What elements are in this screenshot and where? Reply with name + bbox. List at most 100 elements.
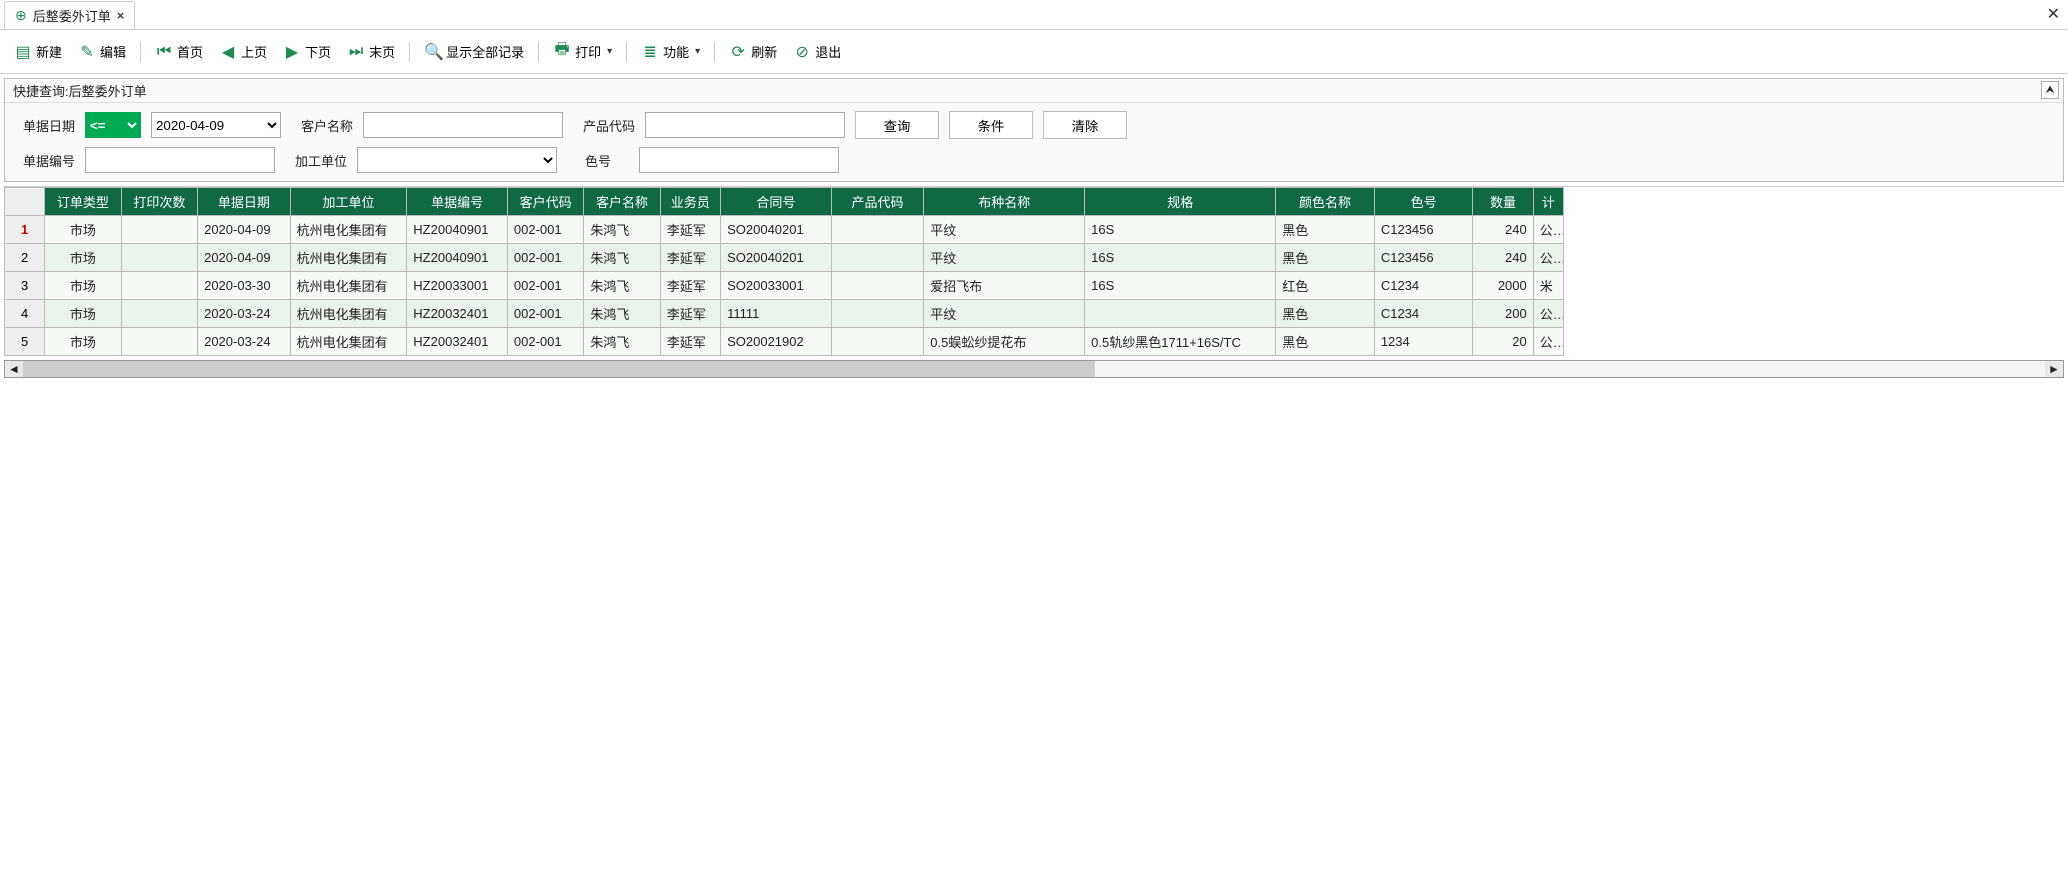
- cell[interactable]: C123456: [1374, 244, 1473, 272]
- cell[interactable]: 红色: [1276, 272, 1375, 300]
- cell[interactable]: SO20040201: [721, 216, 832, 244]
- cell[interactable]: 杭州电化集团有: [290, 244, 407, 272]
- tab-active[interactable]: ⊕ 后整委外订单 ×: [4, 1, 135, 29]
- prev-page-button[interactable]: ◀ 上页: [213, 40, 273, 64]
- table-row[interactable]: 3市场2020-03-30杭州电化集团有HZ20033001002-001朱鸿飞…: [5, 272, 1564, 300]
- cell[interactable]: 16S: [1085, 244, 1276, 272]
- cell[interactable]: 朱鸿飞: [584, 216, 660, 244]
- cell[interactable]: 平纹: [924, 300, 1085, 328]
- cell[interactable]: 黑色: [1276, 300, 1375, 328]
- query-button[interactable]: 查询: [855, 111, 939, 139]
- customer-name-input[interactable]: [363, 112, 563, 138]
- cell[interactable]: 0.5蜈蚣纱提花布: [924, 328, 1085, 356]
- cell[interactable]: 002-001: [507, 328, 583, 356]
- next-page-button[interactable]: ▶ 下页: [277, 40, 337, 64]
- column-header[interactable]: 规格: [1085, 188, 1276, 216]
- cell[interactable]: C123456: [1374, 216, 1473, 244]
- product-code-input[interactable]: [645, 112, 845, 138]
- data-grid[interactable]: 订单类型打印次数单据日期加工单位单据编号客户代码客户名称业务员合同号产品代码布种…: [4, 187, 1564, 356]
- scroll-thumb[interactable]: [23, 361, 1095, 377]
- cell[interactable]: 李延军: [660, 300, 720, 328]
- cell[interactable]: 黑色: [1276, 244, 1375, 272]
- cell[interactable]: 200: [1473, 300, 1533, 328]
- cell[interactable]: 002-001: [507, 244, 583, 272]
- cell[interactable]: 李延军: [660, 328, 720, 356]
- edit-button[interactable]: ✎ 编辑: [72, 40, 132, 64]
- cell[interactable]: 002-001: [507, 216, 583, 244]
- exit-button[interactable]: ⊘ 退出: [787, 40, 847, 64]
- column-header[interactable]: 订单类型: [45, 188, 121, 216]
- column-header[interactable]: 打印次数: [121, 188, 197, 216]
- column-header[interactable]: 颜色名称: [1276, 188, 1375, 216]
- table-row[interactable]: 2市场2020-04-09杭州电化集团有HZ20040901002-001朱鸿飞…: [5, 244, 1564, 272]
- new-button[interactable]: ▤ 新建: [8, 40, 68, 64]
- cell[interactable]: 朱鸿飞: [584, 272, 660, 300]
- first-page-button[interactable]: ⏮ 首页: [149, 40, 209, 63]
- cell[interactable]: 240: [1473, 244, 1533, 272]
- cell[interactable]: 2020-04-09: [198, 244, 291, 272]
- cell[interactable]: 朱鸿飞: [584, 300, 660, 328]
- row-number[interactable]: 5: [5, 328, 45, 356]
- cell[interactable]: 市场: [45, 244, 121, 272]
- cell[interactable]: HZ20040901: [407, 244, 508, 272]
- cell[interactable]: HZ20040901: [407, 216, 508, 244]
- cell[interactable]: 公斤: [1533, 300, 1563, 328]
- operator-select[interactable]: <=: [85, 112, 141, 138]
- cell[interactable]: 20: [1473, 328, 1533, 356]
- column-header[interactable]: 客户代码: [507, 188, 583, 216]
- column-header[interactable]: 产品代码: [831, 188, 924, 216]
- cell[interactable]: [831, 272, 924, 300]
- cell[interactable]: C1234: [1374, 272, 1473, 300]
- cell[interactable]: [831, 328, 924, 356]
- column-header[interactable]: 加工单位: [290, 188, 407, 216]
- process-unit-select[interactable]: [357, 147, 557, 173]
- cell[interactable]: 米: [1533, 272, 1563, 300]
- column-header[interactable]: 业务员: [660, 188, 720, 216]
- print-button[interactable]: 🖶 打印 ▾: [547, 36, 618, 67]
- cell[interactable]: 黑色: [1276, 328, 1375, 356]
- row-number[interactable]: 2: [5, 244, 45, 272]
- tabbar-close-icon[interactable]: ✕: [2047, 4, 2060, 24]
- scroll-track[interactable]: [23, 361, 2045, 377]
- cell[interactable]: 0.5轨纱黑色1711+16S/TC: [1085, 328, 1276, 356]
- cell[interactable]: 杭州电化集团有: [290, 216, 407, 244]
- cell[interactable]: 16S: [1085, 216, 1276, 244]
- cell[interactable]: 002-001: [507, 272, 583, 300]
- cell[interactable]: 16S: [1085, 272, 1276, 300]
- column-header[interactable]: 单据日期: [198, 188, 291, 216]
- table-row[interactable]: 5市场2020-03-24杭州电化集团有HZ20032401002-001朱鸿飞…: [5, 328, 1564, 356]
- column-header[interactable]: 数量: [1473, 188, 1533, 216]
- table-row[interactable]: 4市场2020-03-24杭州电化集团有HZ20032401002-001朱鸿飞…: [5, 300, 1564, 328]
- column-header[interactable]: 合同号: [721, 188, 832, 216]
- cell[interactable]: 市场: [45, 272, 121, 300]
- horizontal-scrollbar[interactable]: ◄ ►: [4, 360, 2064, 378]
- cell[interactable]: SO20040201: [721, 244, 832, 272]
- cell[interactable]: [1085, 300, 1276, 328]
- cell[interactable]: 2020-04-09: [198, 216, 291, 244]
- collapse-button[interactable]: ⮝: [2041, 81, 2059, 99]
- cell[interactable]: HZ20033001: [407, 272, 508, 300]
- cell[interactable]: 2020-03-30: [198, 272, 291, 300]
- cell[interactable]: 2020-03-24: [198, 300, 291, 328]
- cell[interactable]: 杭州电化集团有: [290, 300, 407, 328]
- cell[interactable]: 市场: [45, 216, 121, 244]
- cell[interactable]: 公斤: [1533, 216, 1563, 244]
- showall-button[interactable]: 🔍 显示全部记录: [418, 40, 530, 64]
- row-number[interactable]: 1: [5, 216, 45, 244]
- cell[interactable]: 平纹: [924, 216, 1085, 244]
- cell[interactable]: 公斤: [1533, 244, 1563, 272]
- cell[interactable]: [121, 300, 197, 328]
- cell[interactable]: HZ20032401: [407, 300, 508, 328]
- cell[interactable]: [121, 328, 197, 356]
- cell[interactable]: 002-001: [507, 300, 583, 328]
- column-header[interactable]: 色号: [1374, 188, 1473, 216]
- cell[interactable]: HZ20032401: [407, 328, 508, 356]
- cell[interactable]: 李延军: [660, 216, 720, 244]
- cell[interactable]: 2000: [1473, 272, 1533, 300]
- row-number[interactable]: 4: [5, 300, 45, 328]
- scroll-left-arrow[interactable]: ◄: [5, 361, 23, 377]
- cell[interactable]: C1234: [1374, 300, 1473, 328]
- cell[interactable]: 市场: [45, 328, 121, 356]
- condition-button[interactable]: 条件: [949, 111, 1033, 139]
- refresh-button[interactable]: ⟳ 刷新: [723, 40, 783, 64]
